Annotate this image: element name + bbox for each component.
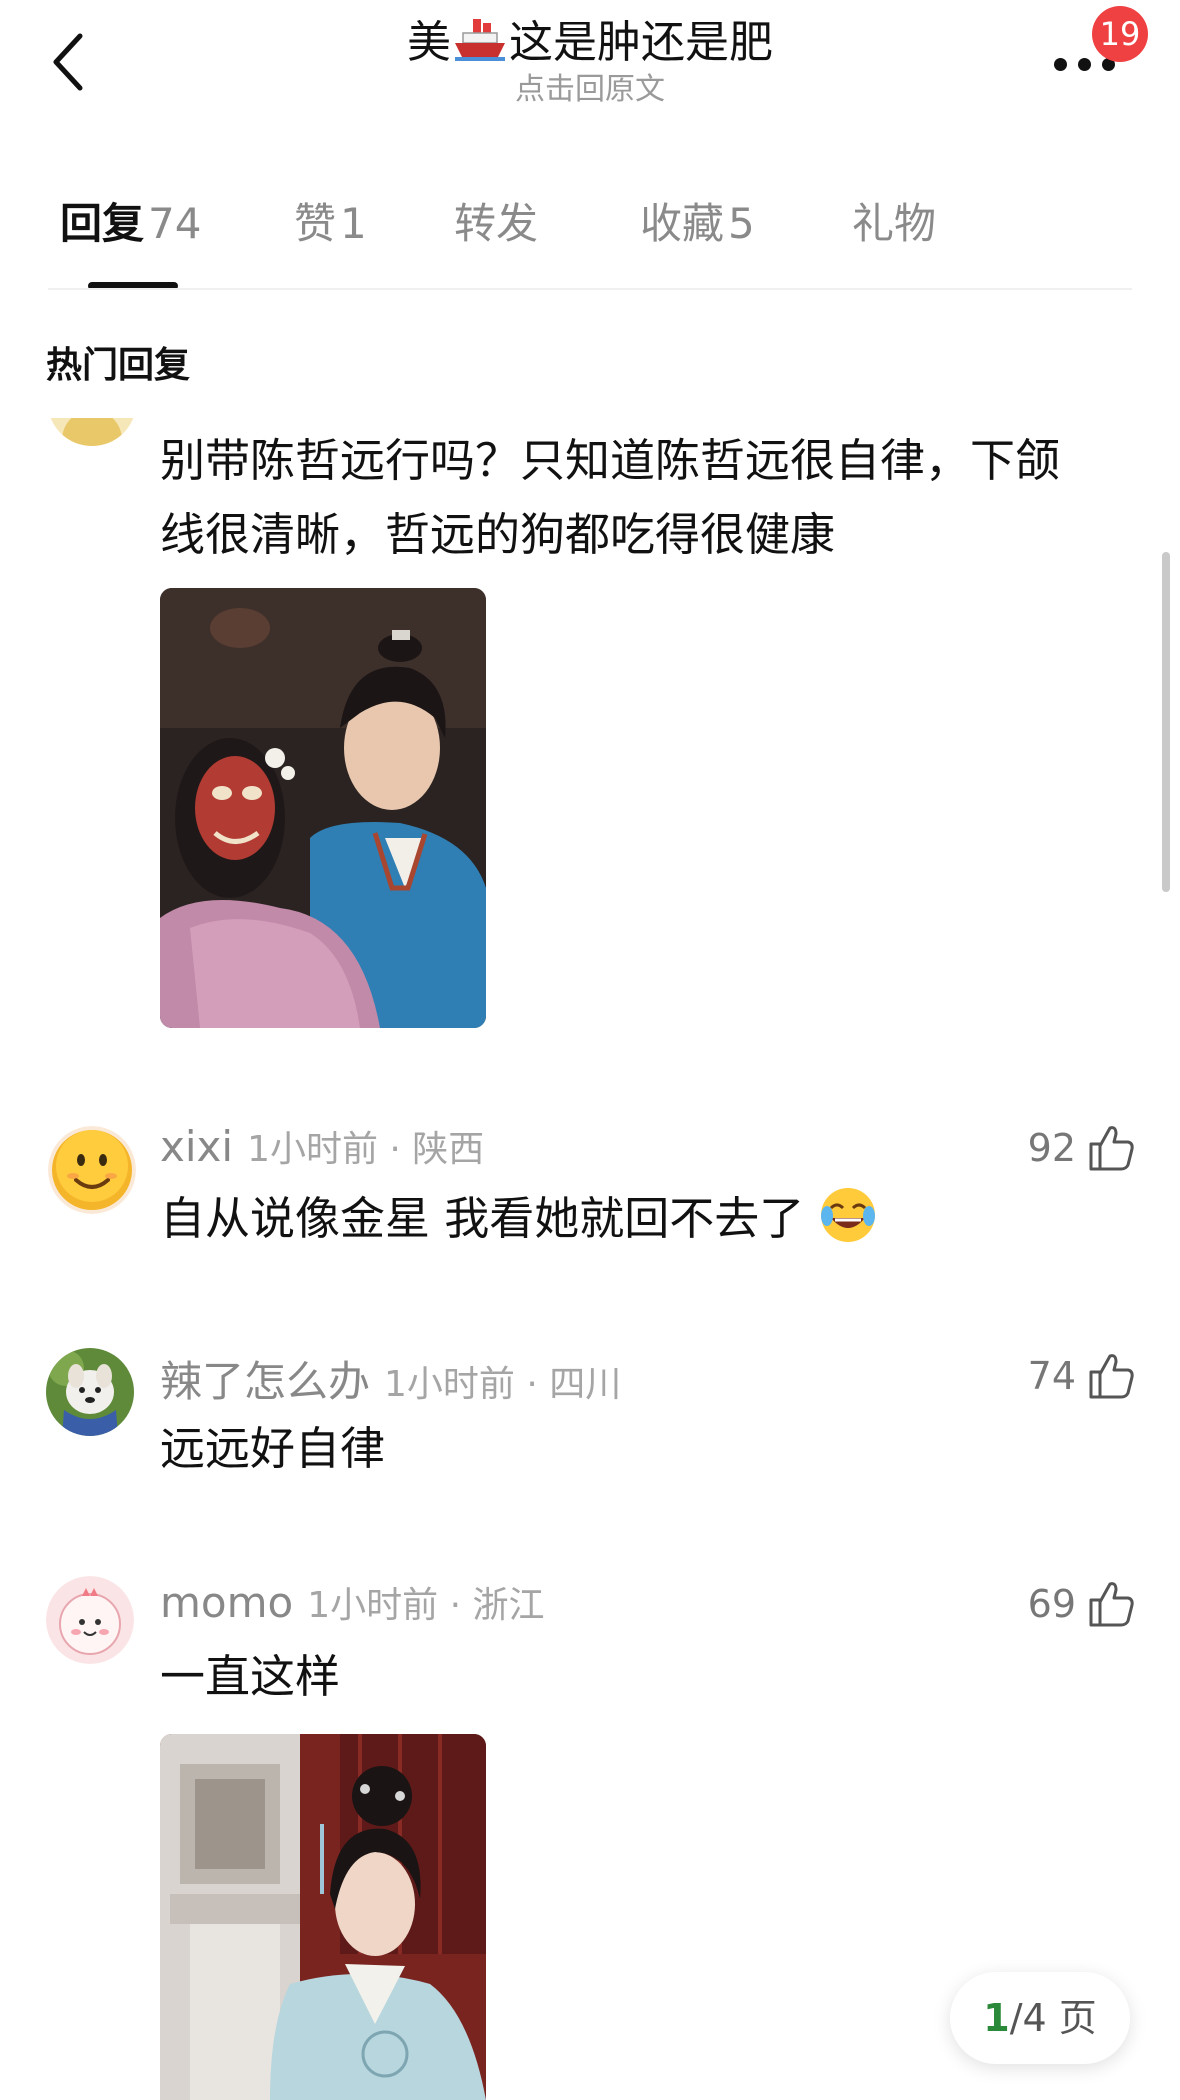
tab-favorites[interactable]: 收藏5: [640, 190, 755, 251]
post-title: 美 这是肿还是肥: [407, 17, 773, 68]
comment-text: 一直这样: [160, 1650, 341, 1703]
notification-badge: 19: [1092, 6, 1148, 62]
page-indicator[interactable]: 1/4 页: [950, 1972, 1130, 2064]
pink-cartoon-avatar-icon: [46, 1576, 134, 1664]
like-count: 69: [1027, 1582, 1076, 1626]
tab-likes[interactable]: 赞1: [294, 190, 367, 251]
avatar[interactable]: [48, 1126, 136, 1214]
comment-meta: xixi 1小时前 · 陕西: [160, 1120, 484, 1172]
laughing-crying-emoji-icon: [820, 1188, 875, 1242]
scrollbar[interactable]: [1162, 552, 1170, 892]
like-button[interactable]: 74: [1028, 1346, 1134, 1406]
comment-text: 远远好自律: [160, 1422, 386, 1475]
like-button[interactable]: 92: [1028, 1118, 1134, 1178]
smiley-face-icon: [48, 1126, 136, 1214]
comment-time-location: 1小时前 · 陕西: [247, 1129, 485, 1170]
username[interactable]: xixi: [160, 1122, 233, 1171]
like-button[interactable]: 69: [1028, 1574, 1134, 1634]
comment-meta: 辣了怎么办 1小时前 · 四川: [160, 1348, 621, 1409]
title-block[interactable]: 美 这是肿还是肥 点击回原文: [0, 14, 1180, 108]
tab-gifts[interactable]: 礼物: [852, 190, 936, 251]
comment-meta: momo 1小时前 · 浙江: [160, 1576, 544, 1628]
page-total: /4 页: [1009, 1996, 1097, 2040]
tab-replies[interactable]: 回复74: [60, 190, 201, 251]
thumbs-up-icon: [1089, 1126, 1134, 1171]
tab-bar: 回复74 赞1 转发 收藏5 礼物: [0, 190, 1180, 260]
comment-time-location: 1小时前 · 浙江: [307, 1585, 545, 1626]
thumbs-up-icon: [1089, 1582, 1134, 1627]
like-count: 92: [1027, 1126, 1076, 1170]
comment-photo[interactable]: [160, 588, 486, 1028]
comment-text: 自从说像金星 我看她就回不去了: [160, 1182, 877, 1256]
tab-reposts[interactable]: 转发: [454, 190, 538, 251]
back-to-original-link[interactable]: 点击回原文: [0, 72, 1180, 108]
like-count: 74: [1027, 1354, 1076, 1398]
tab-divider: [48, 288, 1132, 290]
comment-photo[interactable]: [160, 1734, 486, 2100]
top-bar: 美 这是肿还是肥 点击回原文 19: [0, 0, 1180, 140]
current-page: 1: [983, 1996, 1010, 2040]
avatar[interactable]: [46, 1348, 134, 1436]
comment-time-location: 1小时前 · 四川: [384, 1364, 622, 1405]
hot-replies-heading: 热门回复: [46, 345, 191, 386]
ship-emoji-icon: [455, 19, 505, 61]
avatar[interactable]: [46, 1576, 134, 1664]
username[interactable]: 辣了怎么办: [160, 1357, 370, 1406]
dog-avatar-icon: [46, 1348, 134, 1436]
thumbs-up-icon: [1089, 1354, 1134, 1399]
username[interactable]: momo: [160, 1578, 293, 1627]
comment-text: 别带陈哲远行吗？只知道陈哲远很自律，下颌 线很清晰，哲远的狗都吃得很健康: [160, 434, 1061, 561]
